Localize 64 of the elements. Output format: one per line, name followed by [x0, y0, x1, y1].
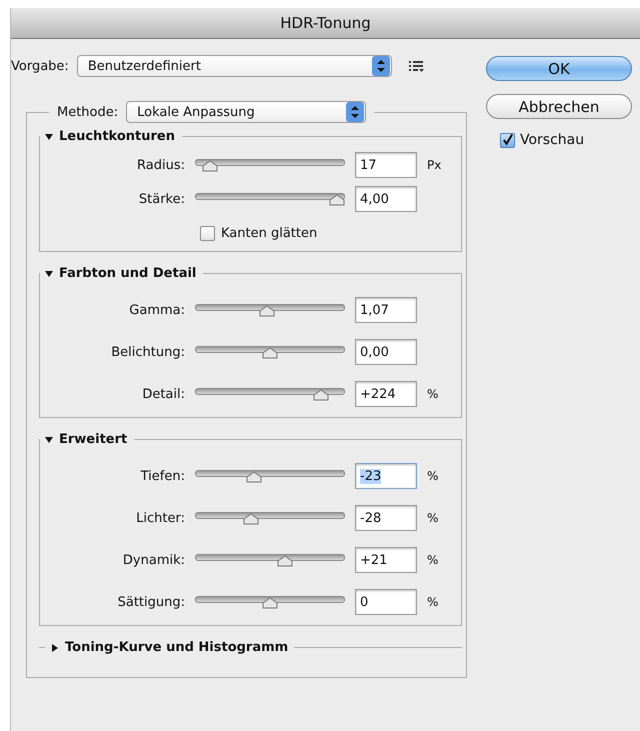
slider-thumb[interactable]	[262, 347, 278, 359]
value-field[interactable]: 4,00	[355, 186, 417, 212]
section-title: Farbton und Detail	[59, 266, 196, 281]
unit-label: %	[427, 511, 440, 525]
unit-label: %	[427, 469, 440, 483]
slider-thumb[interactable]	[259, 305, 276, 317]
slider-thumb[interactable]	[276, 555, 293, 567]
value-field[interactable]: -28	[355, 505, 417, 531]
slider[interactable]	[195, 553, 345, 567]
ok-button[interactable]: OK	[486, 56, 632, 81]
method-dropdown[interactable]: Lokale Anpassung	[126, 101, 366, 123]
preset-dropdown[interactable]: Benutzerdefiniert	[76, 55, 392, 77]
slider-label: Sättigung:	[116, 594, 185, 610]
unit-label: Px	[427, 158, 442, 172]
slider-thumb[interactable]	[262, 597, 278, 609]
value-field[interactable]: 1,07	[355, 297, 417, 323]
slider-thumb[interactable]	[246, 471, 262, 483]
slider[interactable]	[195, 192, 345, 206]
unit-label: %	[427, 387, 440, 401]
disclosure-triangle-icon[interactable]	[45, 132, 53, 140]
slider[interactable]	[195, 469, 345, 483]
window-title: HDR-Tonung	[11, 8, 640, 39]
section-title: Erweitert	[59, 432, 128, 447]
unit-label: %	[427, 595, 440, 609]
value-field[interactable]: +21	[355, 547, 417, 573]
slider-label: Belichtung:	[110, 344, 185, 360]
stepper-icon	[372, 56, 390, 76]
slider[interactable]	[195, 345, 345, 359]
slider-label: Detail:	[141, 386, 185, 402]
slider-thumb[interactable]	[202, 160, 218, 172]
slider[interactable]	[195, 511, 345, 525]
preset-label: Vorgabe:	[11, 58, 69, 74]
slider-thumb[interactable]	[312, 389, 329, 401]
slider-label: Lichter:	[135, 510, 185, 526]
slider-label: Gamma:	[128, 302, 185, 318]
cancel-button[interactable]: Abbrechen	[486, 94, 632, 119]
list-menu-icon[interactable]	[408, 59, 424, 73]
value-field[interactable]: -23	[355, 463, 417, 489]
slider-label: Stärke:	[138, 192, 185, 206]
section-title: Toning-Kurve und Histogramm	[65, 640, 288, 655]
section-title: Leuchtkonturen	[59, 129, 175, 144]
slider[interactable]	[195, 387, 345, 401]
slider-thumb[interactable]	[243, 513, 260, 525]
unit-label: %	[427, 553, 440, 567]
slider-label: Tiefen:	[140, 468, 185, 484]
stepper-icon	[346, 102, 364, 122]
disclosure-triangle-icon[interactable]	[45, 436, 53, 444]
slider-thumb[interactable]	[329, 194, 345, 206]
slider[interactable]	[195, 158, 345, 172]
value-field[interactable]: 0,00	[355, 339, 417, 365]
slider[interactable]	[195, 303, 345, 317]
method-label: Methode:	[57, 104, 118, 120]
checkbox[interactable]	[200, 226, 215, 241]
value-field[interactable]: 0	[355, 589, 417, 615]
value-field[interactable]: 17	[355, 152, 417, 178]
checkbox-label: Vorschau	[520, 132, 584, 148]
checkbox[interactable]	[500, 132, 515, 148]
slider-label: Dynamik:	[122, 552, 185, 568]
slider-label: Radius:	[136, 158, 185, 172]
slider[interactable]	[195, 595, 345, 609]
value-field[interactable]: +224	[355, 381, 417, 407]
disclosure-triangle-icon[interactable]	[51, 644, 59, 652]
checkbox-label: Kanten glätten	[221, 226, 318, 241]
disclosure-triangle-icon[interactable]	[45, 270, 53, 278]
